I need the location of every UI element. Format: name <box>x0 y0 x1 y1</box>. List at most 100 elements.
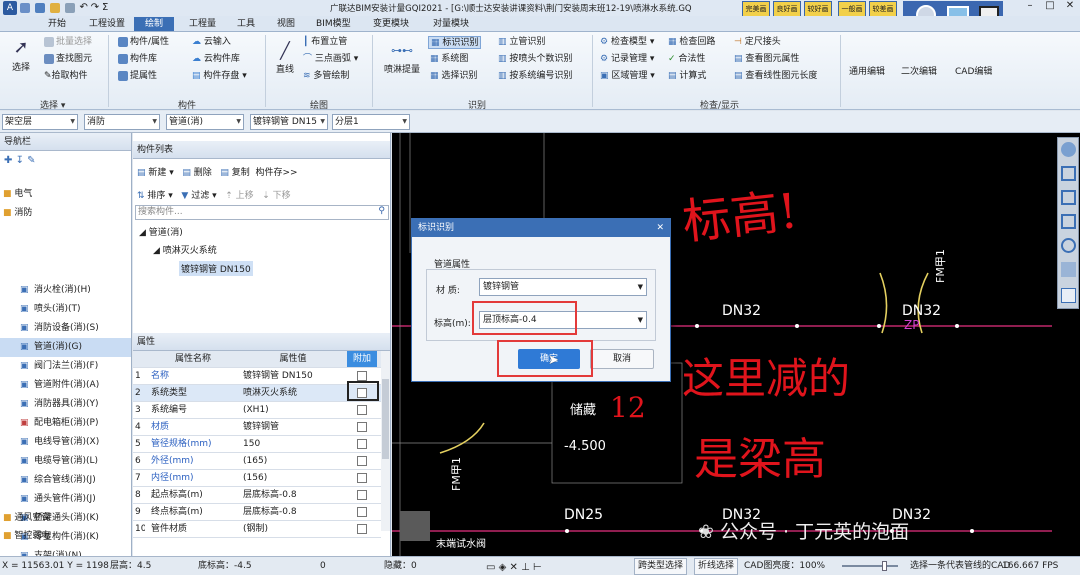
cloud-input-button[interactable]: ☁ 云输入 <box>192 36 231 49</box>
multi-pipe-draw-button[interactable]: ≋ 多管绘制 <box>303 70 349 83</box>
close-button[interactable]: ✕ <box>1062 0 1078 11</box>
elevation-dropdown-icon[interactable]: ▼ <box>638 312 643 328</box>
component-select[interactable]: 镀锌钢管 DN15 <box>250 114 328 130</box>
area-management-button[interactable]: ▣ 区域管理 ▾ <box>600 70 655 83</box>
nav-item-10[interactable]: ▣ 电缆导管(消)(L) <box>0 452 131 471</box>
layers-icon[interactable] <box>1061 262 1076 277</box>
copy-button[interactable]: ▤ 复制 <box>220 168 249 178</box>
batch-select-button[interactable]: 批量选择 <box>44 36 92 49</box>
attach-checkbox[interactable] <box>357 422 367 432</box>
tab-bim-model[interactable]: BIM模型 <box>313 17 354 31</box>
material-select[interactable]: 镀锌钢管 ▼ <box>479 278 647 296</box>
nav-item-9[interactable]: ▣ 电线导管(消)(X) <box>0 433 131 452</box>
property-value[interactable]: (XH1) <box>243 402 345 418</box>
attach-checkbox[interactable] <box>357 405 367 415</box>
cross-type-select-button[interactable]: 跨类型选择 <box>634 558 688 575</box>
undo-icon[interactable]: ↶ <box>80 2 88 13</box>
tab-reconcile-module[interactable]: 对量模块 <box>430 17 472 31</box>
attach-checkbox[interactable] <box>357 490 367 500</box>
system-code-recognize-button[interactable]: ▥ 按系统编号识别 <box>498 70 572 83</box>
component-type-select[interactable]: 管道(消) <box>166 114 244 130</box>
discipline-select[interactable]: 消防 <box>84 114 160 130</box>
system-diagram-button[interactable]: ▦ 系统图 <box>430 53 468 66</box>
nav-item-11[interactable]: ▣ 综合管线(消)(J) <box>0 471 131 490</box>
tab-project-settings[interactable]: 工程设置 <box>86 17 128 31</box>
cube-side-icon[interactable] <box>1061 214 1076 229</box>
view-linear-length-button[interactable]: ▤ 查看线性图元长度 <box>734 70 817 83</box>
folder-icon[interactable] <box>49 2 60 13</box>
mark-recognize-button[interactable]: ▦ 标识识别 <box>428 36 482 49</box>
attach-checkbox[interactable] <box>357 524 367 534</box>
move-up-button[interactable]: ⇡ 上移 <box>225 191 253 201</box>
property-value[interactable]: (钢制) <box>243 521 345 537</box>
nav-item-5[interactable]: ▣ 阀门法兰(消)(F) <box>0 357 131 376</box>
restore-button[interactable]: □ <box>1042 0 1058 11</box>
arrow-down-icon[interactable]: ↧ <box>16 155 24 166</box>
property-row[interactable]: 2 系统类型 喷淋灭火系统 <box>133 385 381 402</box>
dialog-close-button[interactable]: ✕ <box>656 219 664 237</box>
sort-button[interactable]: ⇅ 排序 ▾ <box>137 191 173 201</box>
count-sprinkler-recognize-button[interactable]: ▥ 按喷头个数识别 <box>498 53 572 66</box>
nav-item-12[interactable]: ▣ 通头管件(消)(J) <box>0 490 131 509</box>
attach-checkbox[interactable] <box>357 507 367 517</box>
cube-top-icon[interactable] <box>1061 166 1076 181</box>
sprinkler-extract-button[interactable]: ⊶⊷ 喷淋提量 <box>380 40 424 75</box>
redo-icon[interactable]: ↷ <box>91 2 99 13</box>
property-row[interactable]: 1 名称 镀锌钢管 DN150 <box>133 368 381 385</box>
tree-item-selected[interactable]: 镀锌钢管 DN150 <box>179 261 253 276</box>
extract-properties-button[interactable]: 提属性 <box>118 70 157 83</box>
grid-icon[interactable] <box>20 2 30 13</box>
search-icon[interactable]: ⚲ <box>378 206 385 216</box>
attach-checkbox[interactable] <box>357 456 367 466</box>
property-row[interactable]: 6 外径(mm) (165) <box>133 453 381 470</box>
check-model-button[interactable]: ⚙ 检查模型 ▾ <box>600 36 654 49</box>
tab-quantity[interactable]: 工程量 <box>186 17 219 31</box>
edit-icon[interactable]: ✎ <box>27 155 35 166</box>
property-value[interactable]: 150 <box>243 436 345 452</box>
new-button[interactable]: ▤ 新建 ▾ <box>137 168 174 178</box>
cross-icon[interactable]: ✕ <box>510 562 518 573</box>
select-button[interactable]: ➚ 选择 <box>6 36 36 86</box>
nav-item-8[interactable]: ▣ 配电箱柜(消)(P) <box>0 414 131 433</box>
property-value[interactable]: (156) <box>243 470 345 486</box>
attach-checkbox[interactable] <box>357 439 367 449</box>
component-search-input[interactable]: 搜索构件... ⚲ <box>135 205 389 220</box>
property-row[interactable]: 5 管径规格(mm) 150 <box>133 436 381 453</box>
riser-recognize-button[interactable]: ▥ 立管识别 <box>498 36 545 49</box>
tab-draw[interactable]: 绘制 <box>134 17 174 31</box>
tab-start[interactable]: 开始 <box>45 17 69 31</box>
record-management-button[interactable]: ⚙ 记录管理 ▾ <box>600 53 654 66</box>
brightness-slider[interactable] <box>842 561 898 571</box>
property-row[interactable]: 10 管件材质 (钢制) <box>133 521 381 538</box>
nav-item-4[interactable]: ▣ 管道(消)(G) <box>0 338 131 357</box>
property-value[interactable]: (165) <box>243 453 345 469</box>
sum-icon[interactable]: Σ <box>102 2 108 13</box>
secondary-edit-button[interactable]: 二次编辑 <box>901 66 937 79</box>
nav-item-7[interactable]: ▣ 消防器具(消)(Y) <box>0 395 131 414</box>
view-icon[interactable]: ◈ <box>499 562 507 573</box>
cancel-button[interactable]: 取消 <box>590 349 654 369</box>
orbit-icon[interactable] <box>1061 142 1076 157</box>
property-row[interactable]: 4 材质 镀锌钢管 <box>133 419 381 436</box>
print-icon[interactable] <box>64 2 75 13</box>
cad-edit-button[interactable]: CAD编辑 <box>955 66 992 79</box>
property-row[interactable]: 9 终点标高(m) 层底标高-0.8 <box>133 504 381 521</box>
tab-tools[interactable]: 工具 <box>234 17 258 31</box>
properties-scrollbar[interactable] <box>381 351 390 531</box>
component-properties-button[interactable]: 构件/属性 <box>118 36 169 49</box>
rotate-icon[interactable] <box>1061 238 1076 253</box>
property-value[interactable]: 镀锌钢管 DN150 <box>243 368 345 384</box>
validity-button[interactable]: ✓ 合法性 <box>668 53 705 66</box>
nav-item-2[interactable]: ▣ 喷头(消)(T) <box>0 300 131 319</box>
material-dropdown-icon[interactable]: ▼ <box>638 279 643 295</box>
minimize-button[interactable]: – <box>1022 0 1038 11</box>
layer-button[interactable]: 构件存>> <box>256 168 298 178</box>
attach-checkbox[interactable] <box>357 371 367 381</box>
nav-group-electrical[interactable]: ■ 电气 <box>0 185 131 204</box>
ortho-icon[interactable]: ⊥ <box>521 562 530 573</box>
property-row[interactable]: 8 起点标高(m) 层底标高-0.8 <box>133 487 381 504</box>
tab-change-module[interactable]: 变更模块 <box>370 17 412 31</box>
nav-group-fire[interactable]: ■ 消防 <box>0 204 131 223</box>
formula-button[interactable]: ▤ 计算式 <box>668 70 706 83</box>
snap-icon[interactable]: ▭ <box>486 562 495 573</box>
